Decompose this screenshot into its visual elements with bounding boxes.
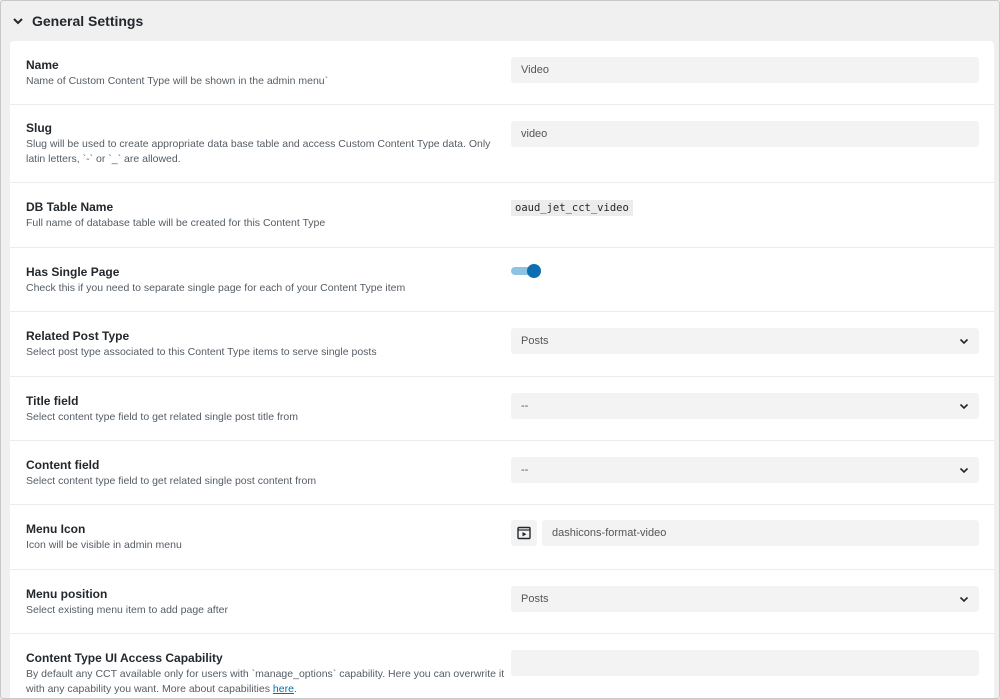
settings-panel: Name Name of Custom Content Type will be… <box>10 41 994 698</box>
menu-icon-label: Menu Icon <box>26 522 86 536</box>
row-capability: Content Type UI Access Capability By def… <box>10 634 994 698</box>
capability-label: Content Type UI Access Capability <box>26 651 223 665</box>
single-page-desc: Check this if you need to separate singl… <box>26 281 406 294</box>
row-menu-position: Menu position Select existing menu item … <box>10 570 994 634</box>
row-menu-icon: Menu Icon Icon will be visible in admin … <box>10 505 994 570</box>
chevron-down-icon <box>959 338 969 345</box>
chevron-down-icon <box>959 596 969 603</box>
title-field-value: -- <box>521 400 529 412</box>
row-related-post-type: Related Post Type Select post type assoc… <box>10 312 994 377</box>
title-field-select[interactable]: -- <box>511 393 979 419</box>
settings-frame: General Settings Name Name of Custom Con… <box>0 0 1000 699</box>
db-table-label: DB Table Name <box>26 200 114 214</box>
related-post-type-label: Related Post Type <box>26 329 130 343</box>
row-title-field: Title field Select content type field to… <box>10 377 994 441</box>
menu-position-select[interactable]: Posts <box>511 586 979 612</box>
title-field-label: Title field <box>26 393 79 408</box>
db-table-desc: Full name of database table will be crea… <box>26 217 326 229</box>
capability-input[interactable] <box>511 650 979 676</box>
single-page-label: Has Single Page <box>26 264 120 279</box>
related-post-type-desc: Select post type associated to this Cont… <box>26 346 377 358</box>
title-field-desc: Select content type field to get related… <box>26 410 298 423</box>
chevron-down-icon <box>959 403 969 410</box>
row-single-page: Has Single Page Check this if you need t… <box>10 248 994 312</box>
row-content-field: Content field Select content type field … <box>10 441 994 505</box>
chevron-down-icon <box>959 467 969 474</box>
name-label: Name <box>26 57 59 72</box>
content-field-desc: Select content type field to get related… <box>26 474 317 487</box>
slug-label: Slug <box>26 121 52 135</box>
db-table-value: oaud_jet_cct_video <box>511 200 633 216</box>
content-field-value: -- <box>521 464 529 476</box>
content-field-select[interactable]: -- <box>511 457 979 483</box>
slug-input[interactable]: video <box>511 121 979 147</box>
chevron-down-icon <box>13 18 23 25</box>
row-db-table: DB Table Name Full name of database tabl… <box>10 183 994 248</box>
slug-desc-line2: latin letters, `-` or `_` are allowed. <box>26 153 181 165</box>
capability-desc-line2: with any capability you want. More about… <box>26 683 297 695</box>
menu-icon-desc: Icon will be visible in admin menu <box>26 539 182 551</box>
capability-desc-line1: By default any CCT available only for us… <box>26 668 505 680</box>
name-desc: Name of Custom Content Type will be show… <box>26 74 329 87</box>
single-page-toggle[interactable] <box>511 264 542 278</box>
name-input[interactable]: Video <box>511 57 979 83</box>
general-settings-header[interactable]: General Settings <box>1 1 999 41</box>
related-post-type-value: Posts <box>521 335 549 347</box>
menu-position-desc: Select existing menu item to add page af… <box>26 603 228 616</box>
row-slug: Slug Slug will be used to create appropr… <box>10 105 994 183</box>
video-icon <box>517 526 531 540</box>
slug-desc-line1: Slug will be used to create appropriate … <box>26 138 491 150</box>
related-post-type-select[interactable]: Posts <box>511 328 979 354</box>
row-name: Name Name of Custom Content Type will be… <box>10 41 994 105</box>
menu-position-value: Posts <box>521 593 549 605</box>
menu-position-label: Menu position <box>26 586 108 601</box>
capabilities-here-link[interactable]: here <box>273 683 294 695</box>
menu-icon-picker-button[interactable] <box>511 520 537 546</box>
section-title: General Settings <box>32 13 144 29</box>
menu-icon-input[interactable]: dashicons-format-video <box>542 520 979 546</box>
content-field-label: Content field <box>26 457 100 472</box>
